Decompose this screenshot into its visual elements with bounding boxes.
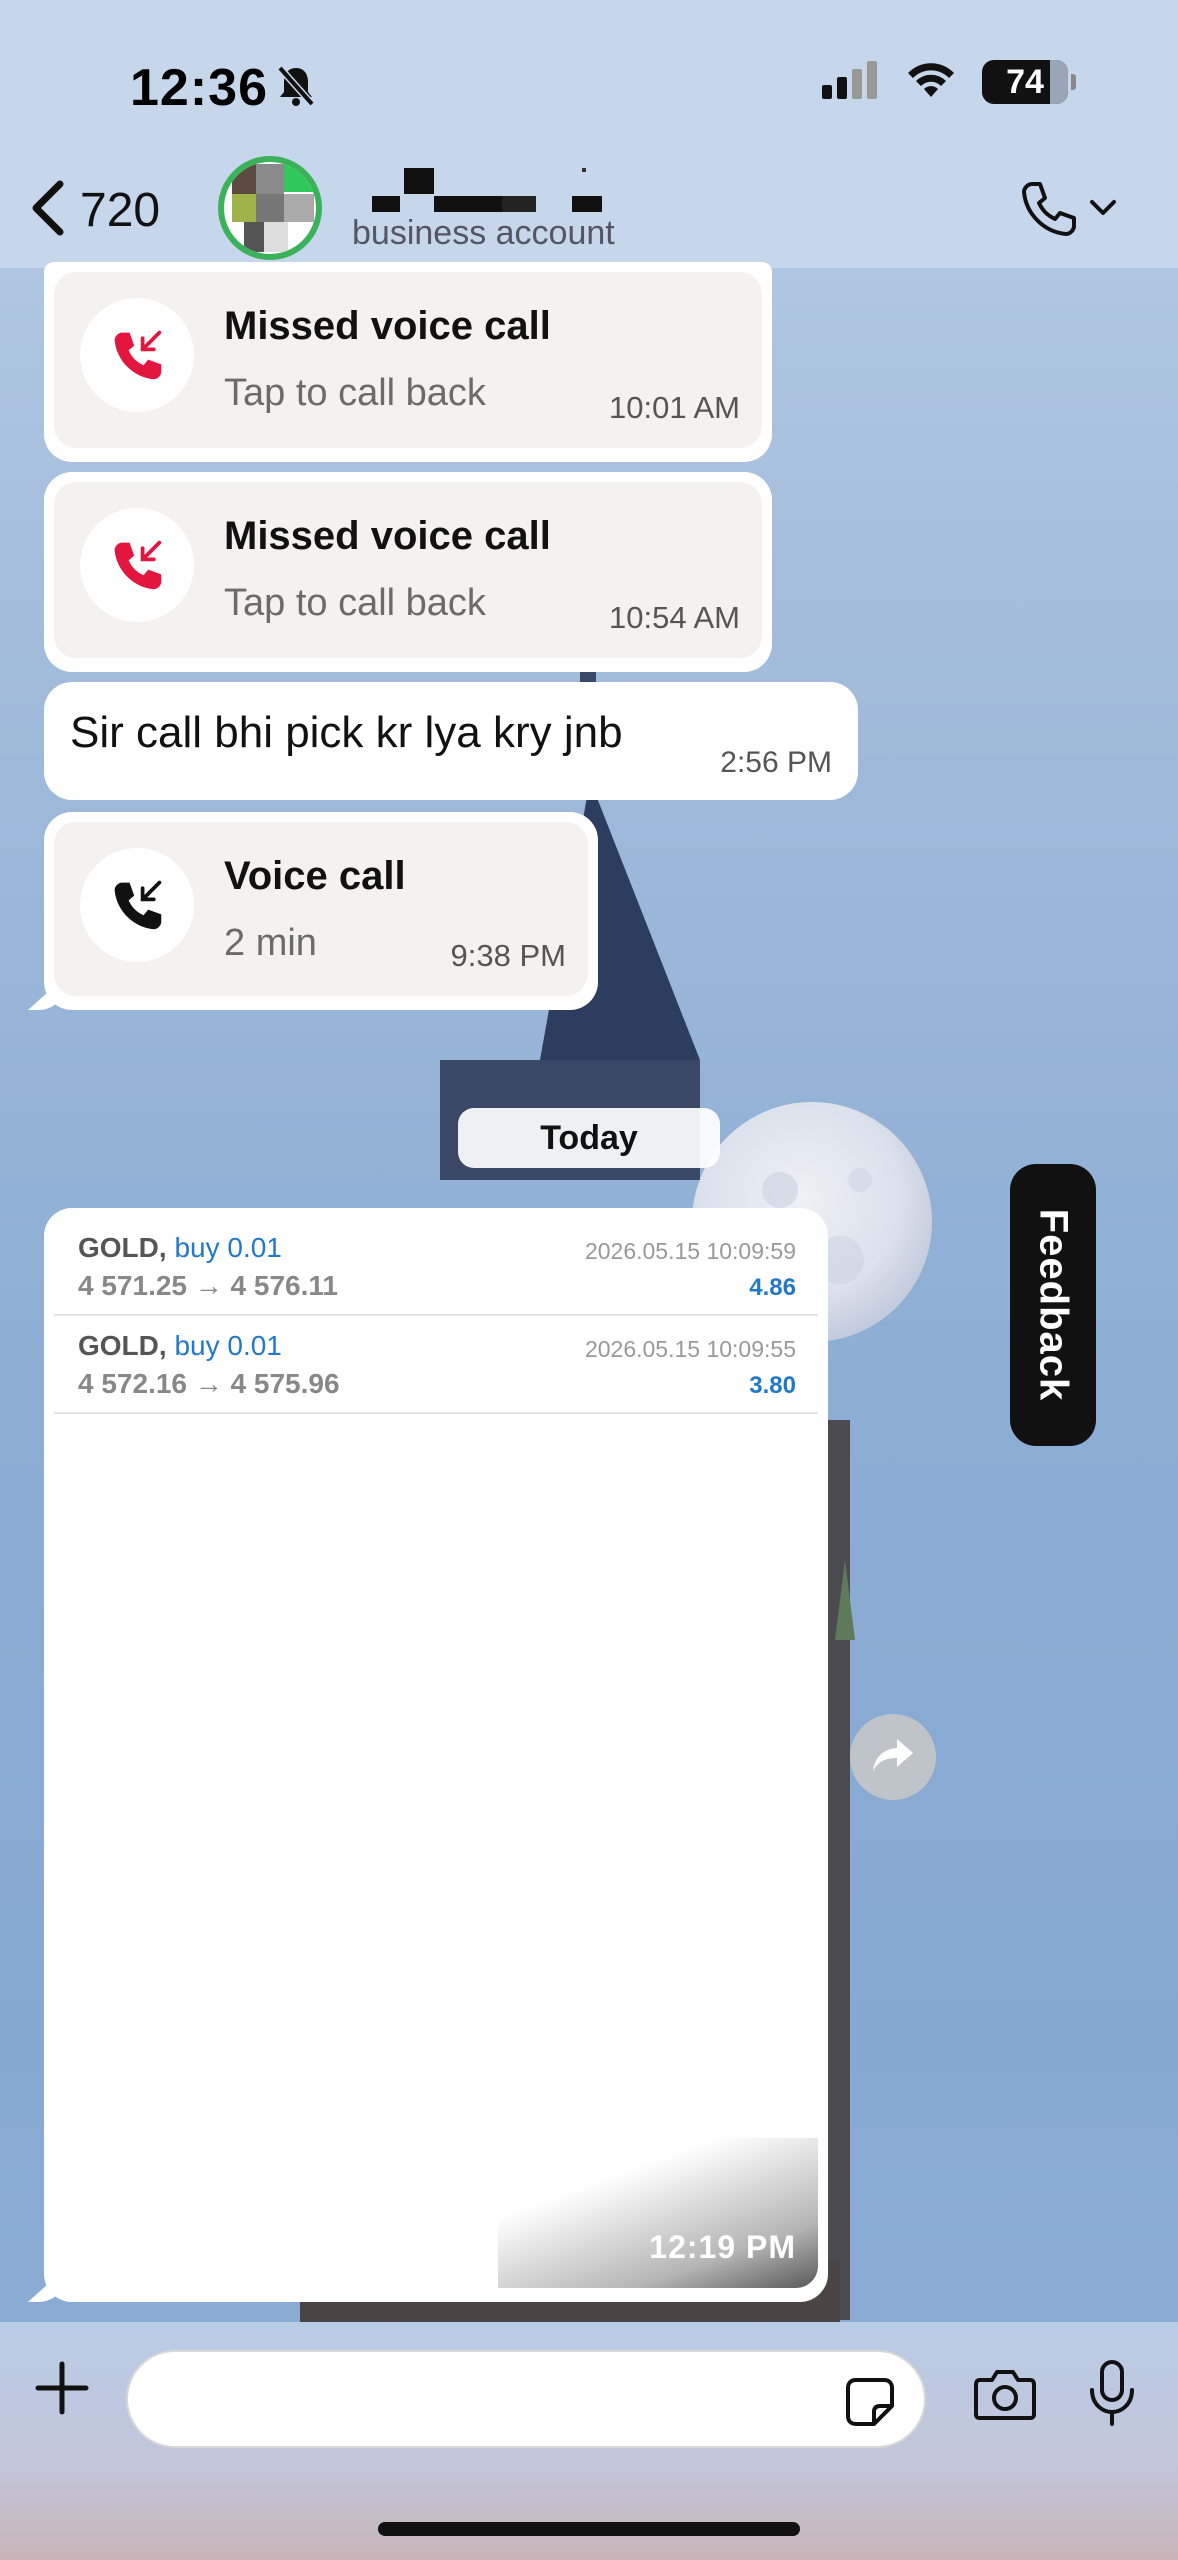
missed-call-icon	[80, 508, 194, 622]
sticker-icon	[842, 2378, 898, 2434]
incoming-call-icon	[80, 848, 194, 962]
chevron-down-icon	[1088, 198, 1118, 223]
trade-date: 2026.05.15 10:09:59	[584, 1238, 796, 1264]
plus-icon	[34, 2361, 90, 2420]
trade-side: buy 0.01	[174, 1330, 282, 1361]
call-title: Missed voice call	[224, 514, 551, 558]
feedback-button[interactable]: Feedback	[1010, 1164, 1096, 1446]
message-input-field[interactable]	[126, 2350, 926, 2448]
phone-icon	[1018, 178, 1078, 243]
call-duration: 2 min	[224, 922, 317, 964]
message-bubble[interactable]: Missed voice call Tap to call back 10:54…	[44, 472, 772, 672]
trade-prices: 4 571.25 → 4 576.11	[78, 1270, 338, 1301]
trade-profit: 4.86	[749, 1274, 796, 1301]
back-button[interactable]: 720	[28, 178, 160, 243]
composer-bar	[0, 2322, 1178, 2560]
call-subtitle: Tap to call back	[224, 372, 486, 414]
message-time: 2:56 PM	[720, 746, 832, 779]
call-title: Voice call	[224, 854, 406, 898]
call-subtitle: Tap to call back	[224, 582, 486, 624]
account-type: business account	[352, 214, 615, 252]
message-time: 9:38 PM	[450, 938, 566, 973]
chat-header: 720 business account	[0, 140, 1178, 268]
wifi-icon	[906, 61, 956, 104]
trade-profit: 3.80	[749, 1372, 796, 1399]
unread-count: 720	[80, 184, 161, 237]
status-bar: 12:36 74	[0, 0, 1178, 160]
bell-slash-icon	[276, 64, 316, 113]
chevron-left-icon	[28, 178, 68, 243]
share-arrow-icon	[871, 1735, 915, 1780]
forward-button[interactable]	[850, 1714, 936, 1800]
status-time: 12:36	[130, 59, 268, 117]
message-time: 10:01 AM	[609, 390, 740, 425]
trade-row: GOLD, buy 0.01 4 572.16 → 4 575.96 2026.…	[54, 1316, 818, 1414]
message-time: 12:19 PM	[649, 2229, 796, 2265]
microphone-icon	[1084, 2360, 1140, 2432]
feedback-label: Feedback	[1031, 1208, 1076, 1402]
message-bubble[interactable]: Sir call bhi pick kr lya kry jnb 2:56 PM	[44, 682, 858, 800]
message-text: Sir call bhi pick kr lya kry jnb	[70, 708, 623, 757]
trade-row: GOLD, buy 0.01 4 571.25 → 4 576.11 2026.…	[54, 1218, 818, 1316]
home-indicator	[378, 2522, 800, 2536]
contact-name-redacted[interactable]	[372, 168, 612, 212]
message-input[interactable]	[164, 2374, 804, 2426]
attach-button[interactable]	[34, 2360, 90, 2421]
avatar[interactable]	[218, 156, 322, 260]
message-time: 10:54 AM	[609, 600, 740, 635]
battery-level: 74	[1006, 62, 1044, 101]
image-message-bubble[interactable]: GOLD, buy 0.01 4 571.25 → 4 576.11 2026.…	[44, 1208, 828, 2302]
camera-icon	[972, 2370, 1038, 2426]
sticker-button[interactable]	[842, 2374, 898, 2435]
cellular-signal-icon	[822, 60, 880, 104]
missed-call-card[interactable]: Missed voice call Tap to call back 10:54…	[54, 482, 762, 658]
date-divider: Today	[458, 1108, 720, 1168]
trade-symbol: GOLD,	[78, 1330, 167, 1361]
voice-call-button[interactable]	[1018, 178, 1118, 243]
message-bubble[interactable]: Missed voice call Tap to call back 10:01…	[44, 262, 772, 462]
missed-call-card[interactable]: Missed voice call Tap to call back 10:01…	[54, 272, 762, 448]
trade-history-screenshot[interactable]: GOLD, buy 0.01 4 571.25 → 4 576.11 2026.…	[54, 1218, 818, 2288]
missed-call-icon	[80, 298, 194, 412]
voice-call-card[interactable]: Voice call 2 min 9:38 PM	[54, 822, 588, 996]
trade-date: 2026.05.15 10:09:55	[584, 1336, 796, 1362]
trade-prices: 4 572.16 → 4 575.96	[78, 1368, 340, 1399]
trade-side: buy 0.01	[174, 1232, 282, 1263]
battery-indicator: 74	[982, 60, 1076, 104]
message-bubble[interactable]: Voice call 2 min 9:38 PM	[44, 812, 598, 1010]
call-title: Missed voice call	[224, 304, 551, 348]
microphone-button[interactable]	[1084, 2358, 1140, 2433]
trade-symbol: GOLD,	[78, 1232, 167, 1263]
camera-button[interactable]	[972, 2366, 1038, 2427]
